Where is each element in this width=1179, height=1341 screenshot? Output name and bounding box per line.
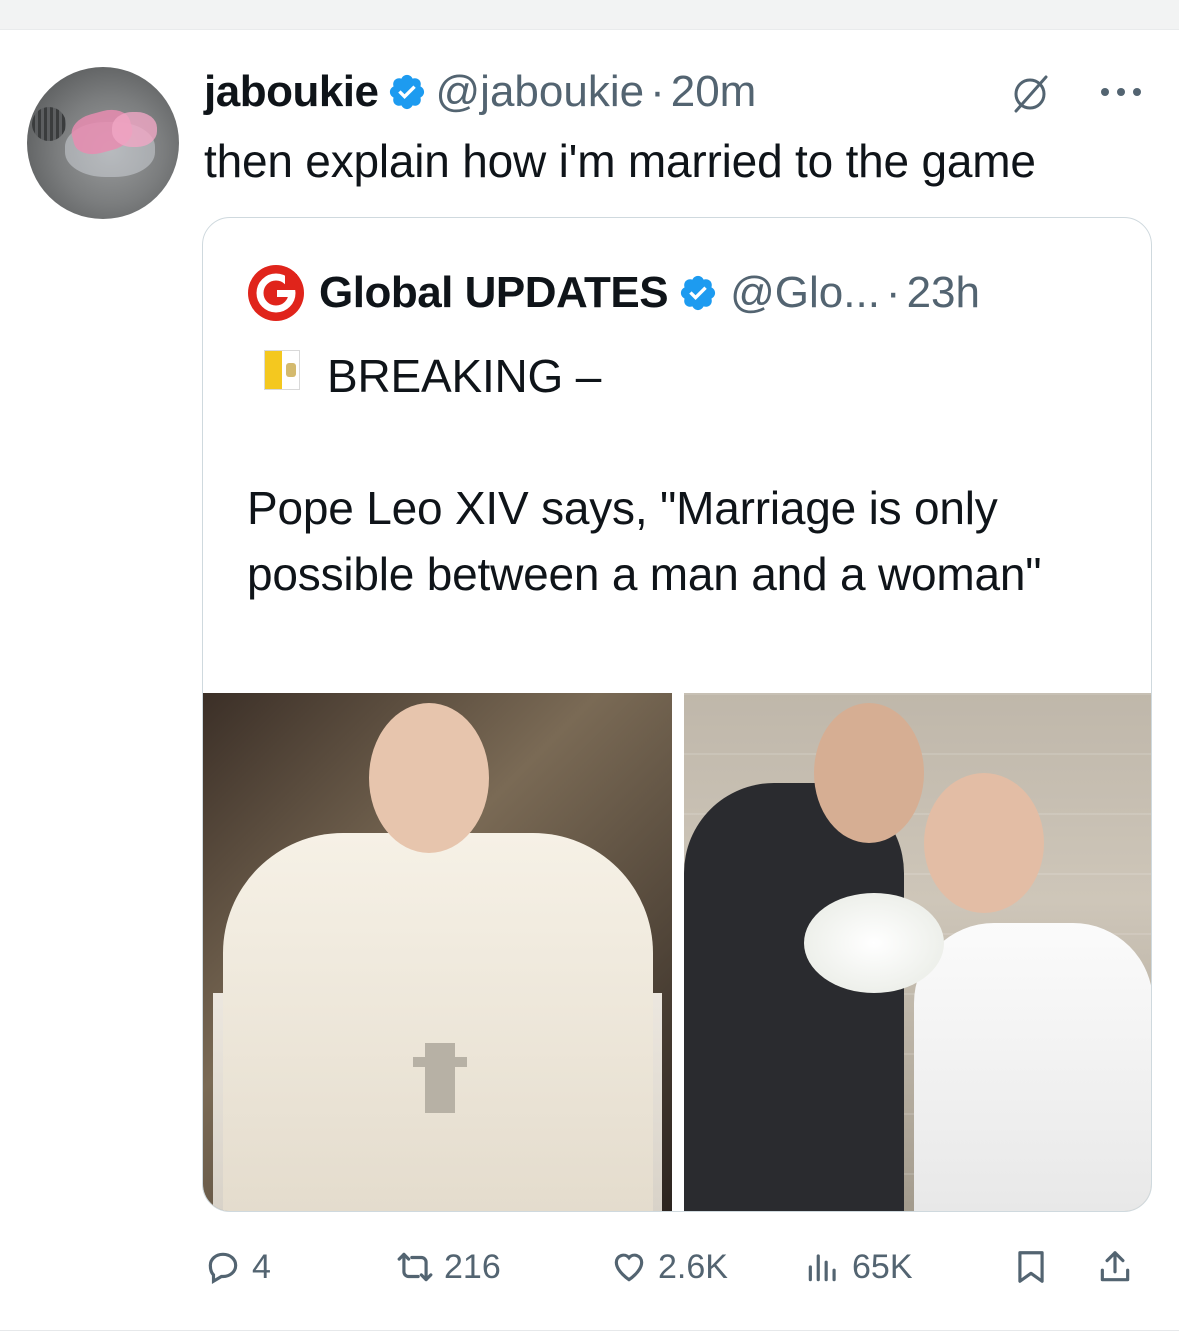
reply-button[interactable]: 4 — [204, 1242, 271, 1292]
quoted-time[interactable]: 23h — [907, 268, 980, 318]
quoted-author-name[interactable]: Global UPDATES — [319, 268, 669, 318]
photo-wedding-couple[interactable] — [684, 693, 1151, 1211]
quoted-tweet[interactable]: Global UPDATES @Glo... · 23h BREAKING – … — [202, 217, 1152, 1212]
grok-icon[interactable] — [1010, 74, 1050, 114]
retweet-icon — [397, 1252, 433, 1282]
global-updates-logo[interactable] — [247, 264, 305, 322]
tweet-text: then explain how i'm married to the game — [204, 135, 1036, 187]
more-icon[interactable] — [1098, 84, 1144, 100]
retweet-button[interactable]: 216 — [396, 1242, 501, 1292]
avatar[interactable] — [27, 67, 179, 219]
views-button[interactable]: 65K — [804, 1242, 913, 1292]
heart-icon — [614, 1253, 644, 1282]
media-grid — [203, 693, 1151, 1211]
share-icon — [1100, 1251, 1130, 1282]
verified-badge-icon — [389, 74, 424, 110]
quoted-header: Global UPDATES @Glo... · 23h — [247, 265, 980, 321]
reply-count: 4 — [252, 1247, 271, 1286]
like-button[interactable]: 2.6K — [610, 1242, 728, 1292]
separator-dot: · — [650, 67, 665, 116]
verified-badge-icon — [681, 275, 716, 311]
tweet-header: jaboukie @jaboukie · 20m — [204, 66, 756, 118]
bookmark-icon — [1018, 1251, 1044, 1283]
bookmark-button[interactable] — [1012, 1242, 1050, 1292]
author-name[interactable]: jaboukie — [204, 67, 379, 117]
reply-icon — [208, 1252, 238, 1285]
views-icon — [808, 1254, 836, 1282]
author-handle[interactable]: @jaboukie — [436, 67, 645, 117]
share-button[interactable] — [1096, 1242, 1134, 1292]
top-strip — [0, 0, 1179, 30]
views-count: 65K — [852, 1247, 913, 1286]
quoted-text: BREAKING – Pope Leo XIV says, "Marriage … — [247, 350, 1042, 600]
like-count: 2.6K — [658, 1247, 728, 1286]
action-bar: 4 216 2.6K 65K — [0, 1242, 1179, 1292]
quoted-author-handle[interactable]: @Glo... — [730, 268, 880, 318]
retweet-count: 216 — [444, 1247, 501, 1286]
separator-dot: · — [885, 268, 901, 317]
divider — [0, 1330, 1179, 1331]
tweet-time[interactable]: 20m — [671, 67, 757, 117]
photo-pope[interactable] — [203, 693, 672, 1211]
